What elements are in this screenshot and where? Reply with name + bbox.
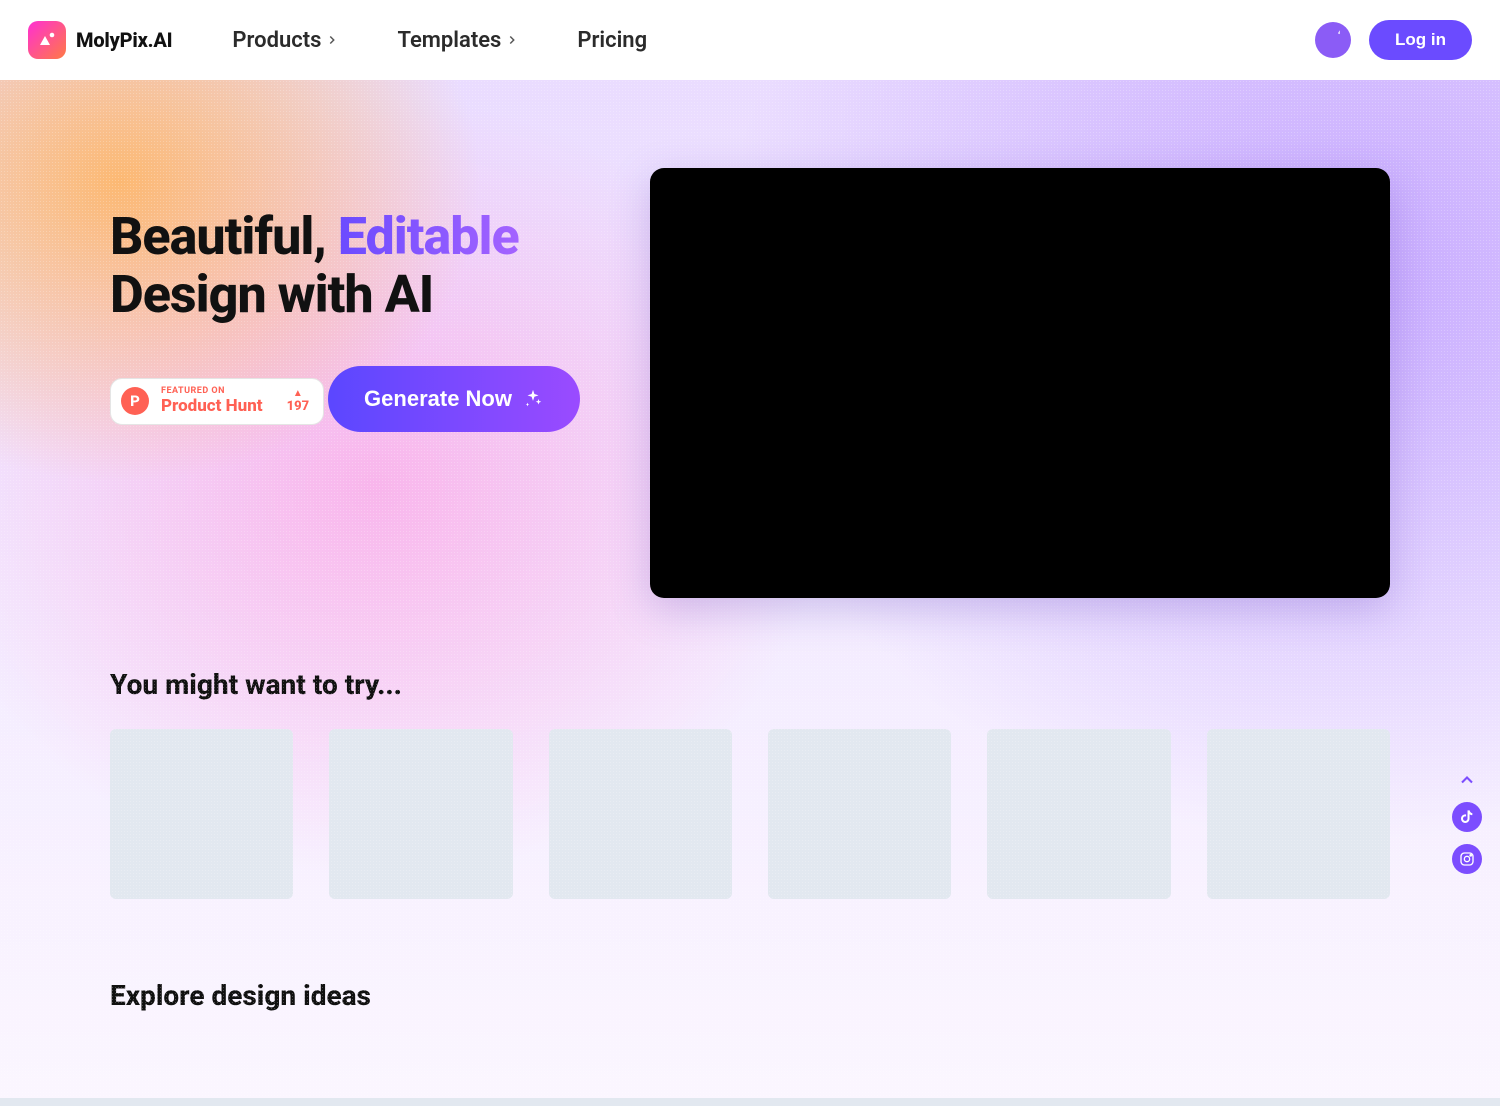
hero-video-preview[interactable] <box>650 168 1390 598</box>
explore-strip-placeholder <box>0 1098 1500 1106</box>
nav-item-pricing[interactable]: Pricing <box>577 28 647 53</box>
try-card[interactable] <box>329 729 512 899</box>
logo-mark-icon <box>28 21 66 59</box>
nav-label: Products <box>232 28 321 53</box>
logo-text: MolyPix.AI <box>76 28 172 52</box>
sparkle-icon <box>522 388 544 410</box>
upvote-icon: ▲ <box>293 389 303 399</box>
login-button[interactable]: Log in <box>1369 20 1472 60</box>
try-card[interactable] <box>987 729 1170 899</box>
try-grid <box>110 729 1390 899</box>
try-card[interactable] <box>768 729 951 899</box>
discord-icon <box>1323 30 1343 50</box>
hero-title: Beautiful, Editable Design with AI <box>110 208 610 324</box>
hero-title-accent: Editable <box>338 206 519 267</box>
chevron-right-icon <box>325 33 339 47</box>
hero-title-post: Design with AI <box>110 264 433 325</box>
hero-section: Beautiful, Editable Design with AI P FEA… <box>0 80 1500 1098</box>
hero-left: Beautiful, Editable Design with AI P FEA… <box>110 168 610 432</box>
nav-label: Templates <box>397 28 501 53</box>
nav-item-products[interactable]: Products <box>232 28 339 53</box>
logo[interactable]: MolyPix.AI <box>28 21 172 59</box>
tiktok-link[interactable] <box>1452 802 1482 832</box>
ph-votes: ▲ 197 <box>287 389 310 414</box>
nav-right: Log in <box>1315 20 1472 60</box>
try-card[interactable] <box>1207 729 1390 899</box>
nav-items: Products Templates Pricing <box>232 28 647 53</box>
nav-label: Pricing <box>577 28 647 53</box>
scroll-up-button[interactable] <box>1457 770 1477 790</box>
product-hunt-icon: P <box>121 387 149 415</box>
hero-title-pre: Beautiful, <box>110 206 338 267</box>
try-card[interactable] <box>110 729 293 899</box>
product-hunt-badge[interactable]: P FEATURED ON Product Hunt ▲ 197 <box>110 378 324 425</box>
navbar: MolyPix.AI Products Templates Pricing Lo… <box>0 0 1500 80</box>
ph-name: Product Hunt <box>161 397 263 416</box>
tiktok-icon <box>1459 809 1475 825</box>
explore-section-title: Explore design ideas <box>110 979 1390 1012</box>
social-rail <box>1452 770 1482 874</box>
discord-button[interactable] <box>1315 22 1351 58</box>
ph-vote-count: 197 <box>287 399 310 414</box>
chevron-right-icon <box>505 33 519 47</box>
nav-item-templates[interactable]: Templates <box>397 28 519 53</box>
generate-now-button[interactable]: Generate Now <box>328 366 580 432</box>
generate-label: Generate Now <box>364 386 512 412</box>
try-section-title: You might want to try... <box>110 668 1390 701</box>
try-card[interactable] <box>549 729 732 899</box>
instagram-link[interactable] <box>1452 844 1482 874</box>
instagram-icon <box>1459 851 1475 867</box>
